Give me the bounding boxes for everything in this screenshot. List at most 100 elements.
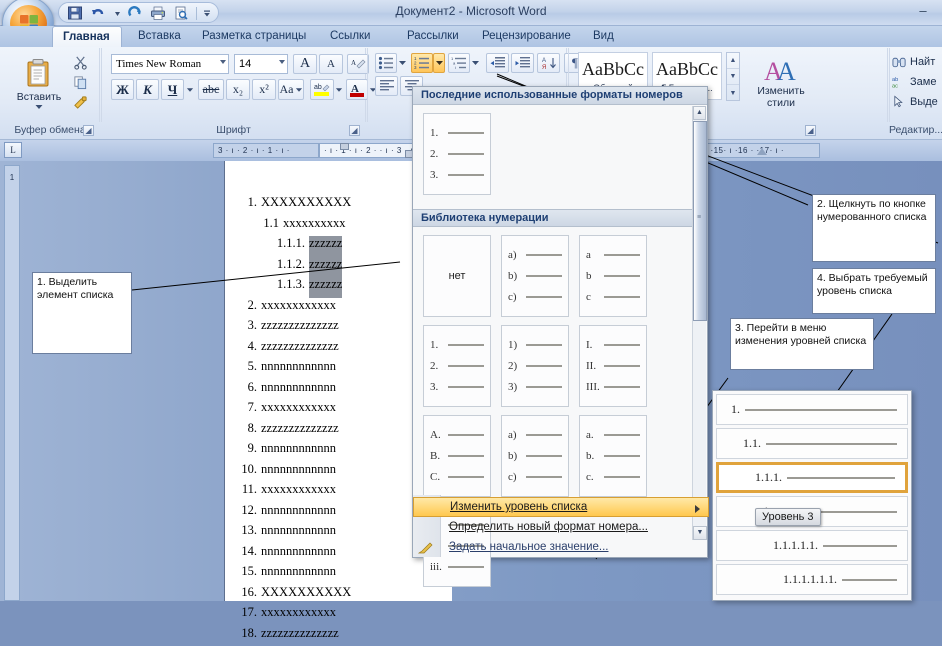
subscript-button[interactable]: x₂ bbox=[226, 79, 250, 100]
styles-dialog-launcher[interactable]: ◢ bbox=[805, 125, 816, 136]
decrease-indent-button[interactable] bbox=[486, 53, 509, 73]
tab-home[interactable]: Главная bbox=[52, 26, 122, 47]
highlight-dropdown[interactable] bbox=[334, 79, 344, 100]
document-list-item[interactable]: 18.zzzzzzzzzzzzzz bbox=[225, 626, 453, 646]
font-color-icon: A bbox=[349, 81, 365, 98]
bullets-button[interactable] bbox=[375, 53, 397, 73]
align-left-button[interactable] bbox=[375, 76, 398, 96]
numbering-gallery-item-none[interactable]: нет bbox=[423, 235, 491, 317]
gallery-item-label: b) bbox=[508, 450, 525, 462]
scrollbar-thumb[interactable]: ≡ bbox=[693, 121, 707, 321]
paste-button[interactable]: Вставить bbox=[12, 54, 66, 114]
gallery-scroll-down-icon[interactable]: ▼ bbox=[727, 69, 739, 85]
list-item-text: nnnnnnnnnnnn bbox=[261, 544, 336, 565]
undo-icon[interactable] bbox=[90, 5, 108, 22]
sort-button[interactable]: A Я bbox=[537, 53, 560, 73]
numbering-gallery-item[interactable]: 1.2.3. bbox=[423, 325, 491, 407]
cut-button[interactable] bbox=[70, 53, 90, 71]
font-dialog-launcher[interactable]: ◢ bbox=[349, 125, 360, 136]
superscript-button[interactable]: x² bbox=[252, 79, 276, 100]
multilevel-dropdown[interactable] bbox=[470, 53, 481, 73]
list-level-item[interactable]: 1.1. bbox=[716, 428, 908, 459]
list-level-item[interactable]: 1.1.1.1.1. bbox=[716, 530, 908, 561]
change-styles-button[interactable]: A A Изменить стили bbox=[748, 52, 814, 112]
numbering-gallery-item[interactable]: A.B.C. bbox=[423, 415, 491, 497]
numbering-gallery-item[interactable]: abc bbox=[579, 235, 647, 317]
minimize-button[interactable]: – bbox=[912, 6, 934, 20]
group-font: Times New Roman 14 A A A Ж К Ч abc bbox=[101, 48, 366, 138]
tab-insert[interactable]: Вставка bbox=[128, 26, 191, 47]
horizontal-ruler-left[interactable]: 3 · ı · 2 · ı · 1 · ı · bbox=[213, 143, 319, 158]
font-color-button[interactable]: A bbox=[346, 79, 368, 100]
print-preview-icon[interactable] bbox=[173, 5, 191, 22]
first-line-indent-marker[interactable] bbox=[340, 143, 349, 150]
strikethrough-button[interactable]: abc bbox=[198, 79, 224, 100]
numbering-gallery-item[interactable]: a.b.c. bbox=[579, 415, 647, 497]
increase-indent-button[interactable] bbox=[511, 53, 534, 73]
tab-references[interactable]: Ссылки bbox=[320, 26, 381, 47]
list-item-number: 17. bbox=[235, 605, 257, 626]
list-item-number: 9. bbox=[235, 441, 257, 462]
print-icon[interactable] bbox=[150, 5, 168, 22]
customize-qat-icon[interactable] bbox=[202, 5, 212, 22]
gallery-item-label: 2. bbox=[430, 360, 447, 372]
dropdown-scrollbar[interactable]: ▲ ≡ ▼ bbox=[692, 106, 706, 540]
italic-button[interactable]: К bbox=[136, 79, 159, 100]
scroll-up-icon[interactable]: ▲ bbox=[693, 106, 706, 120]
tab-review[interactable]: Рецензирование bbox=[472, 26, 581, 47]
list-level-submenu[interactable]: 1.1.1.1.1.1.1.1.1.1.1.1.1.1.1.1.1.1. bbox=[712, 390, 912, 601]
quick-access-toolbar bbox=[58, 2, 219, 23]
font-name-combo[interactable]: Times New Roman bbox=[111, 54, 229, 74]
menu-item-change-list-level[interactable]: Изменить уровень списка bbox=[413, 497, 709, 517]
tab-view[interactable]: Вид bbox=[583, 26, 624, 47]
list-level-item[interactable]: 1.1.1.1.1.1. bbox=[716, 564, 908, 595]
numbering-gallery-item[interactable]: I.II.III. bbox=[579, 325, 647, 407]
find-button[interactable]: Найт bbox=[891, 52, 942, 71]
numbering-gallery-item[interactable]: 1.2.3. bbox=[423, 113, 491, 195]
menu-item-set-numbering-value[interactable]: Задать начальное значение... bbox=[413, 537, 709, 557]
underline-dropdown[interactable] bbox=[185, 79, 195, 100]
gallery-more-icon[interactable]: ▼ bbox=[727, 85, 739, 101]
format-painter-button[interactable] bbox=[70, 93, 90, 111]
tab-stop-selector[interactable]: L bbox=[4, 142, 22, 158]
grow-font-button[interactable]: A bbox=[293, 54, 317, 74]
redo-icon[interactable] bbox=[127, 5, 145, 22]
callout-3: 3. Перейти в меню изменения уровней спис… bbox=[730, 318, 874, 370]
list-level-item[interactable]: 1.1.1. bbox=[716, 462, 908, 493]
list-level-label: 1. bbox=[717, 402, 740, 417]
right-indent-marker[interactable] bbox=[757, 148, 767, 155]
underline-button[interactable]: Ч bbox=[161, 79, 184, 100]
menu-item-define-new-number-format[interactable]: Определить новый формат номера... bbox=[413, 517, 709, 537]
list-item-number: 12. bbox=[235, 503, 257, 524]
bold-button[interactable]: Ж bbox=[111, 79, 134, 100]
undo-dropdown-icon[interactable] bbox=[113, 5, 122, 22]
gallery-item-line: a. bbox=[586, 424, 646, 445]
copy-button[interactable] bbox=[70, 73, 90, 91]
replace-button[interactable]: ab ac Заме bbox=[891, 72, 942, 91]
gallery-scroll-up-icon[interactable]: ▲ bbox=[727, 53, 739, 69]
shrink-font-button[interactable]: A bbox=[319, 54, 343, 74]
numbering-button[interactable]: 1 2 3 bbox=[411, 53, 433, 73]
gallery-item-label: b. bbox=[586, 450, 603, 462]
numbering-dropdown-arrow[interactable] bbox=[433, 53, 445, 73]
tab-mailings[interactable]: Рассылки bbox=[397, 26, 469, 47]
bullets-dropdown[interactable] bbox=[397, 53, 408, 73]
group-clipboard: Вставить bbox=[0, 48, 100, 138]
tab-page-layout[interactable]: Разметка страницы bbox=[192, 26, 316, 47]
select-button[interactable]: Выде bbox=[891, 92, 942, 111]
multilevel-list-button[interactable]: 1 a i bbox=[448, 53, 470, 73]
numbering-dropdown-panel[interactable]: Последние использованные форматы номеров… bbox=[412, 86, 708, 558]
text-highlight-button[interactable]: ab bbox=[310, 79, 334, 100]
save-icon[interactable] bbox=[67, 5, 85, 22]
numbering-gallery-item[interactable]: 1)2)3) bbox=[501, 325, 569, 407]
list-level-item[interactable]: 1. bbox=[716, 394, 908, 425]
change-case-button[interactable]: Aa bbox=[278, 79, 304, 100]
document-list-item[interactable]: 17.xxxxxxxxxxxx bbox=[225, 605, 453, 626]
numbering-gallery-item[interactable]: a)b)c) bbox=[501, 235, 569, 317]
styles-gallery-scrollbar[interactable]: ▲ ▼ ▼ bbox=[726, 52, 740, 101]
clipboard-dialog-launcher[interactable]: ◢ bbox=[83, 125, 94, 136]
clear-formatting-button[interactable]: A bbox=[347, 54, 369, 74]
vertical-ruler[interactable]: 1 bbox=[4, 165, 20, 601]
numbering-gallery-item[interactable]: a)b)c) bbox=[501, 415, 569, 497]
font-size-combo[interactable]: 14 bbox=[234, 54, 288, 74]
